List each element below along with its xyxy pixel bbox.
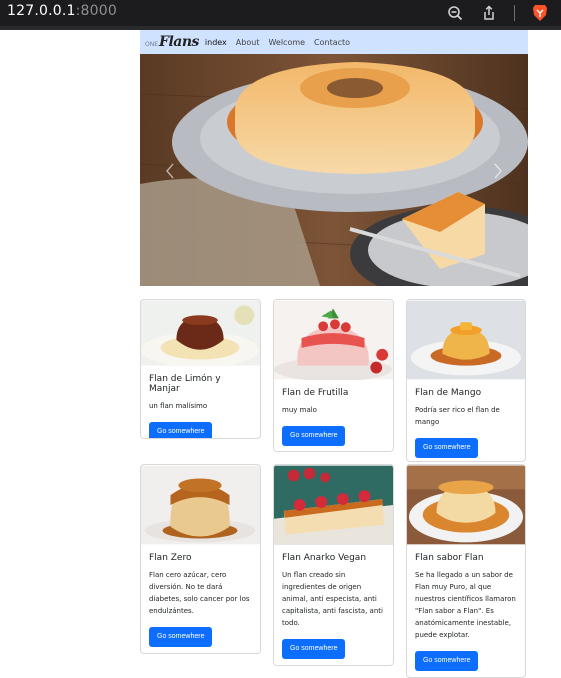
card-title: Flan de Mango [415, 388, 482, 398]
card-text: Flan cero azúcar, cero diversión. No te … [149, 571, 250, 615]
product-card: Flan Zero Flan cero azúcar, cero diversi… [140, 464, 261, 654]
nav-link-contacto[interactable]: Contacto [314, 38, 350, 47]
card-title: Flan de Limón y Manjar [149, 374, 221, 394]
card-text: Se ha llegado a un sabor de Flan muy Pur… [415, 571, 516, 639]
carousel-next-button[interactable] [486, 159, 510, 183]
card-image-vegan [274, 465, 393, 545]
address-bar[interactable]: 127.0.0.1:8000 [7, 3, 117, 19]
go-somewhere-button[interactable]: Go somewhere [282, 426, 346, 446]
hero-carousel [140, 54, 528, 286]
navbar: ONE Flans index About Welcome Contacto [140, 30, 528, 54]
product-card: Flan Anarko Vegan Un flan creado sin ing… [273, 464, 394, 666]
carousel-prev-button[interactable] [158, 159, 182, 183]
nav-link-index[interactable]: index [205, 38, 227, 47]
nav-link-about[interactable]: About [236, 38, 260, 47]
card-text: muy malo [282, 406, 317, 414]
card-image-zero [141, 465, 260, 545]
page: ONE Flans index About Welcome Contacto [140, 30, 528, 286]
card-image-limon [141, 300, 260, 366]
share-icon[interactable] [480, 4, 498, 22]
card-image-sabor-flan [407, 465, 525, 545]
card-text: un flan malísimo [149, 402, 208, 410]
go-somewhere-button[interactable]: Go somewhere [149, 627, 213, 647]
card-image-mango [407, 300, 525, 380]
card-title: Flan Anarko Vegan [282, 553, 367, 563]
product-card: Flan de Frutilla muy malo Go somewhere [273, 299, 394, 452]
card-title: Flan Zero [149, 553, 192, 563]
zoom-out-icon[interactable] [446, 4, 464, 22]
cards-grid: Flan de Limón y Manjar un flan malísimo … [140, 298, 528, 678]
go-somewhere-button[interactable]: Go somewhere [415, 438, 479, 458]
brand-logo[interactable]: Flans [159, 34, 199, 50]
go-somewhere-button[interactable]: Go somewhere [415, 651, 479, 671]
card-text: Podría ser rico el flan de mango [415, 406, 500, 426]
card-title: Flan sabor Flan [415, 553, 484, 563]
browser-toolbar: 127.0.0.1:8000 [0, 0, 561, 26]
product-card: Flan de Limón y Manjar un flan malísimo … [140, 299, 261, 439]
product-card: Flan de Mango Podría ser rico el flan de… [406, 299, 526, 462]
toolbar-separator [514, 5, 515, 21]
brave-lion-icon[interactable] [531, 4, 549, 22]
nav-link-welcome[interactable]: Welcome [268, 38, 305, 47]
brand-prefix: ONE [145, 40, 159, 48]
go-somewhere-button[interactable]: Go somewhere [282, 639, 346, 659]
product-card: Flan sabor Flan Se ha llegado a un sabor… [406, 464, 526, 678]
url-port: :8000 [75, 3, 117, 19]
card-title: Flan de Frutilla [282, 388, 349, 398]
url-host: 127.0.0.1 [7, 3, 76, 19]
card-text: Un flan creado sin ingredientes de orige… [282, 571, 383, 627]
card-image-frutilla [274, 300, 393, 380]
hero-flan-image [140, 54, 528, 286]
go-somewhere-button[interactable]: Go somewhere [149, 422, 213, 438]
